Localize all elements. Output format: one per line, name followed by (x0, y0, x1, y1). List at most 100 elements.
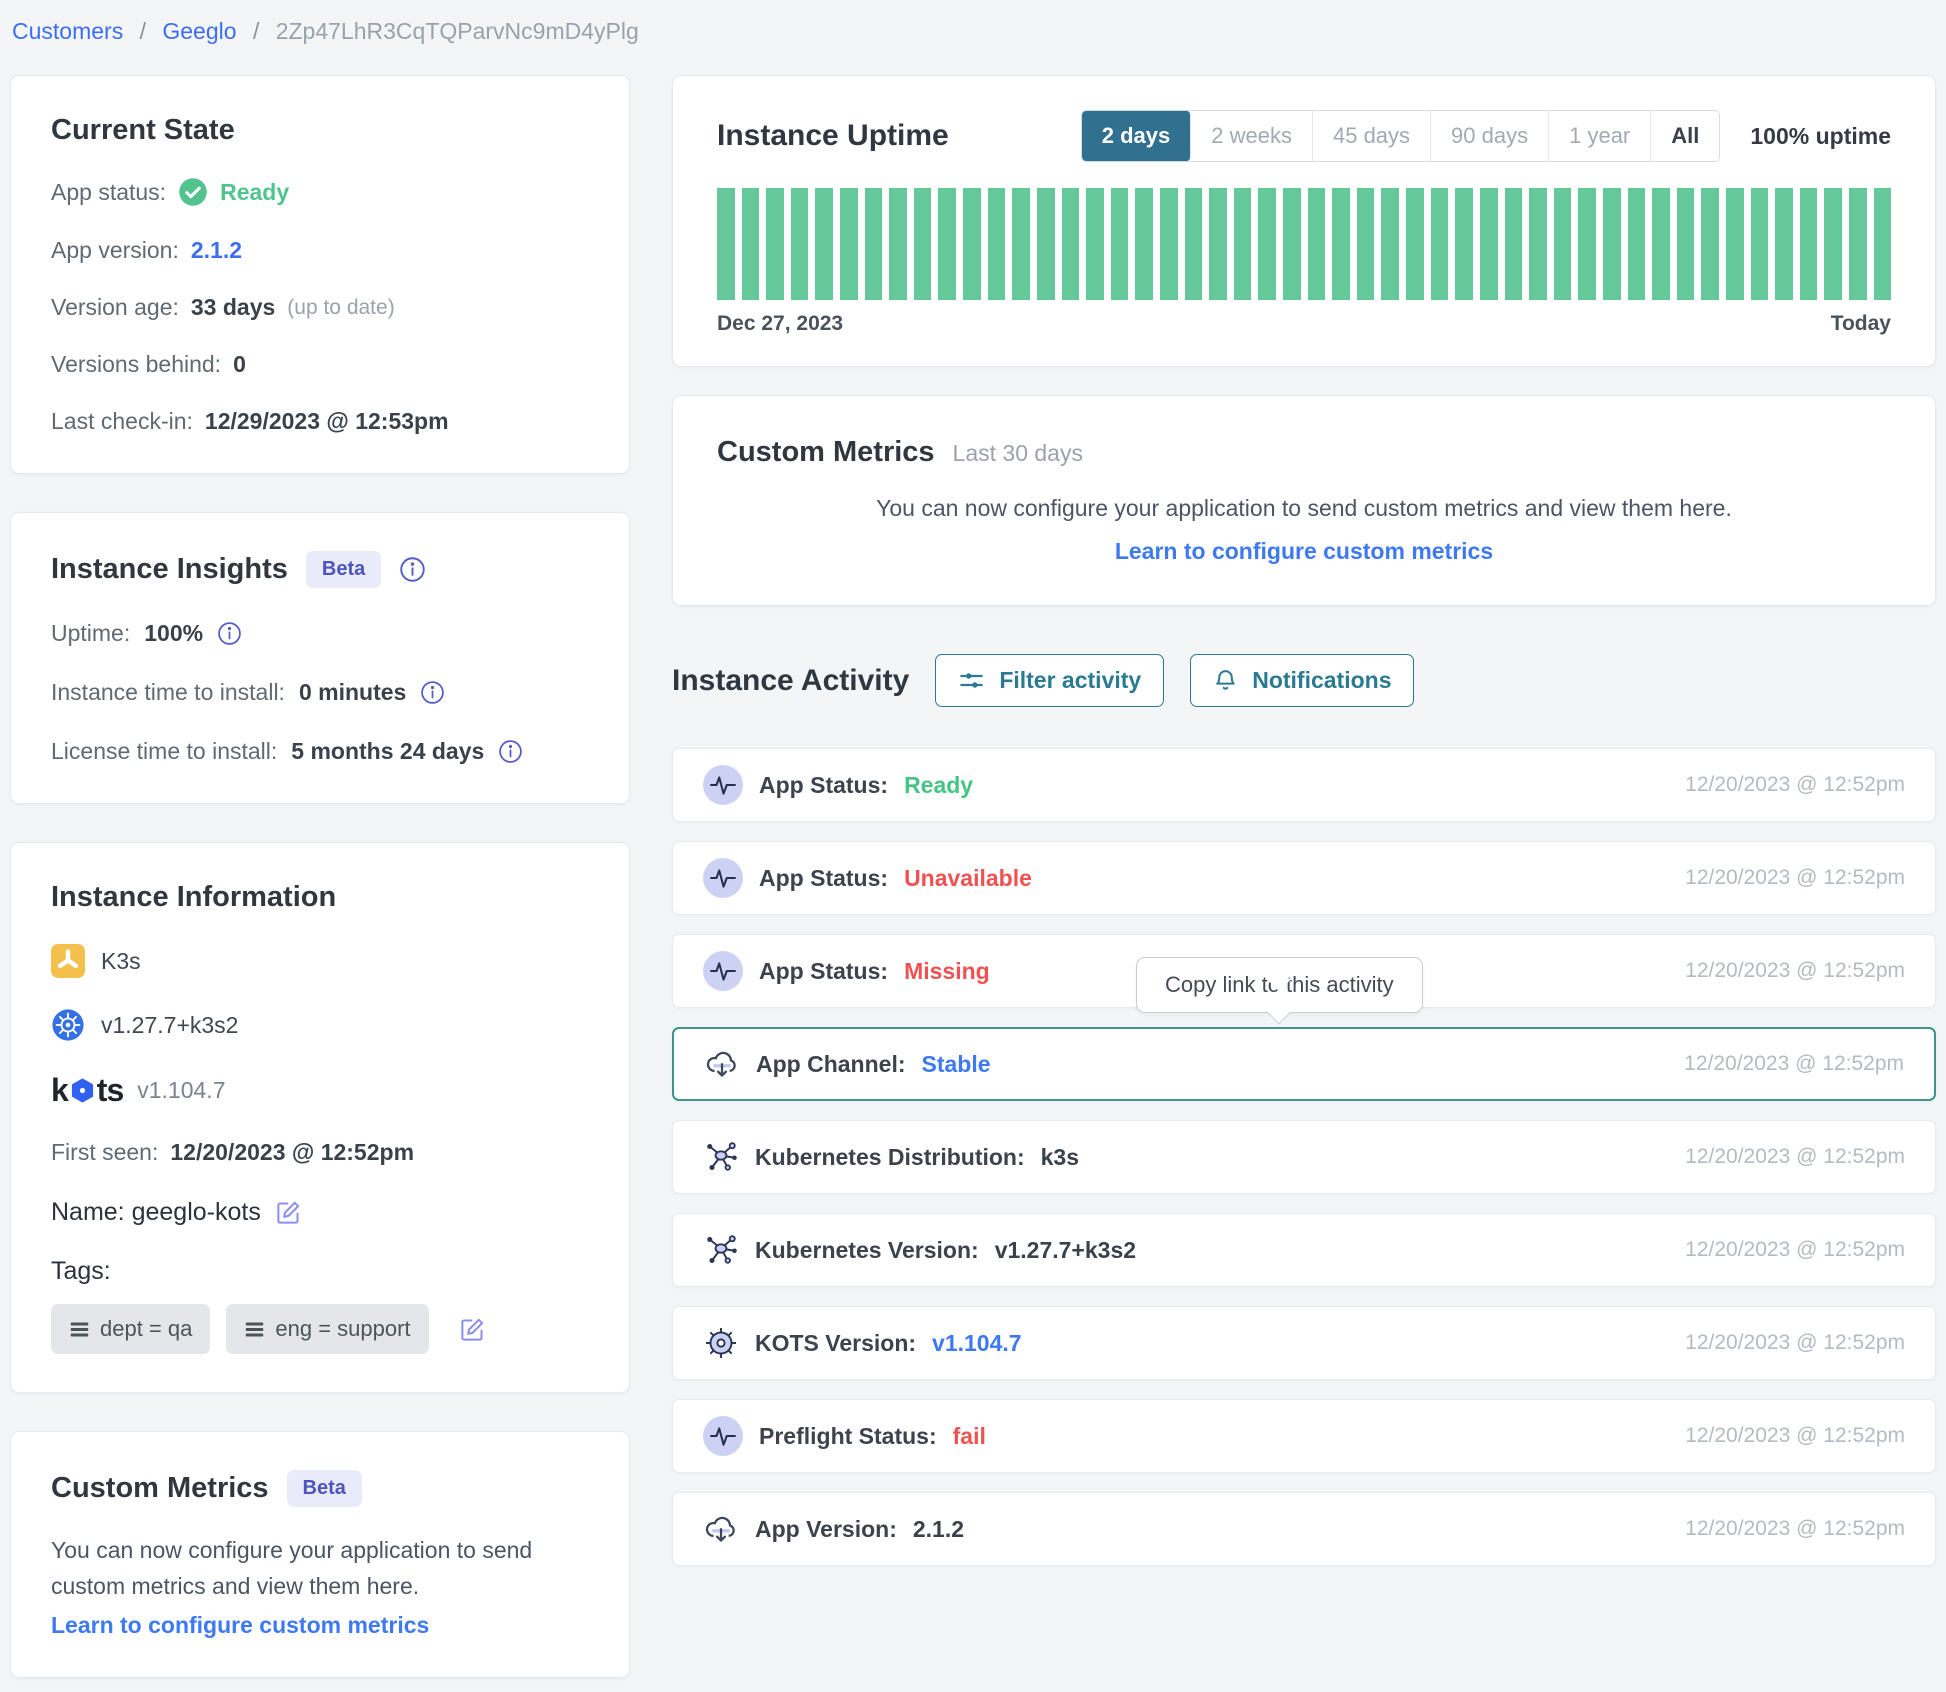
distribution-value: K3s (101, 948, 141, 975)
activity-row-kots-version[interactable]: KOTS Version: v1.104.7 12/20/2023 @ 12:5… (672, 1306, 1936, 1380)
uptime-bar[interactable] (1406, 188, 1424, 300)
uptime-bar[interactable] (1529, 188, 1547, 300)
uptime-bar[interactable] (1086, 188, 1104, 300)
activity-value: v1.27.7+k3s2 (995, 1237, 1136, 1264)
license-time-row: License time to install: 5 months 24 day… (51, 738, 589, 765)
range-tab-1-year[interactable]: 1 year (1549, 111, 1651, 161)
uptime-bar[interactable] (1111, 188, 1129, 300)
versions-behind-value: 0 (233, 351, 246, 378)
uptime-bar[interactable] (1209, 188, 1227, 300)
info-icon[interactable] (498, 739, 523, 764)
uptime-bar[interactable] (1012, 188, 1030, 300)
uptime-bar[interactable] (1726, 188, 1744, 300)
info-icon[interactable] (399, 556, 426, 583)
info-icon[interactable] (420, 680, 445, 705)
uptime-bar[interactable] (1037, 188, 1055, 300)
uptime-bar[interactable] (791, 188, 809, 300)
custom-metrics-link[interactable]: Learn to configure custom metrics (717, 538, 1891, 565)
activity-value-link[interactable]: v1.104.7 (932, 1330, 1022, 1357)
uptime-bar[interactable] (1554, 188, 1572, 300)
uptime-bar[interactable] (988, 188, 1006, 300)
uptime-bar[interactable] (1135, 188, 1153, 300)
activity-row-app-version[interactable]: App Version: 2.1.2 12/20/2023 @ 12:52pm (672, 1492, 1936, 1566)
uptime-bar[interactable] (1258, 188, 1276, 300)
activity-row-k8s-version[interactable]: Kubernetes Version: v1.27.7+k3s2 12/20/2… (672, 1213, 1936, 1287)
uptime-bar[interactable] (840, 188, 858, 300)
copy-link-tooltip[interactable]: Copy link to this activity (1136, 957, 1423, 1013)
uptime-bar[interactable] (1160, 188, 1178, 300)
uptime-bar[interactable] (1185, 188, 1203, 300)
uptime-bar[interactable] (1603, 188, 1621, 300)
notifications-button[interactable]: Notifications (1190, 654, 1414, 707)
activity-timestamp: 12/20/2023 @ 12:52pm (1685, 1517, 1905, 1541)
uptime-bar[interactable] (766, 188, 784, 300)
app-version-link[interactable]: 2.1.2 (191, 237, 242, 264)
range-tab-2-weeks[interactable]: 2 weeks (1191, 111, 1313, 161)
activity-value-link[interactable]: Stable (922, 1051, 991, 1078)
tag-lines-icon (244, 1319, 265, 1340)
range-tab-all[interactable]: All (1651, 111, 1719, 161)
info-icon[interactable] (217, 621, 242, 646)
filter-activity-button[interactable]: Filter activity (935, 654, 1164, 707)
uptime-bar[interactable] (1505, 188, 1523, 300)
k3s-icon (51, 944, 85, 978)
uptime-bar[interactable] (1751, 188, 1769, 300)
tag-label: dept = qa (100, 1316, 192, 1342)
activity-row-k8s-distribution[interactable]: Kubernetes Distribution: k3s 12/20/2023 … (672, 1120, 1936, 1194)
uptime-bar[interactable] (1308, 188, 1326, 300)
activity-label: Preflight Status: (759, 1423, 937, 1450)
uptime-bar[interactable] (1652, 188, 1670, 300)
activity-label: Kubernetes Distribution: (755, 1144, 1025, 1171)
breadcrumb-app-link[interactable]: Geeglo (162, 18, 236, 44)
activity-value: Unavailable (904, 865, 1032, 892)
activity-timestamp: 12/20/2023 @ 12:52pm (1685, 773, 1905, 797)
uptime-bar[interactable] (1775, 188, 1793, 300)
activity-row-app-status-ready[interactable]: App Status: Ready 12/20/2023 @ 12:52pm (672, 748, 1936, 822)
license-time-label: License time to install: (51, 738, 277, 765)
uptime-bar[interactable] (889, 188, 907, 300)
uptime-bar[interactable] (938, 188, 956, 300)
uptime-bar[interactable] (1332, 188, 1350, 300)
uptime-bar[interactable] (1283, 188, 1301, 300)
uptime-bar[interactable] (1480, 188, 1498, 300)
custom-metrics-left-link[interactable]: Learn to configure custom metrics (51, 1612, 589, 1639)
uptime-bar[interactable] (1874, 188, 1892, 300)
range-tab-45-days[interactable]: 45 days (1313, 111, 1431, 161)
breadcrumb-customers-link[interactable]: Customers (12, 18, 123, 44)
activity-row-preflight-status[interactable]: Preflight Status: fail 12/20/2023 @ 12:5… (672, 1399, 1936, 1473)
tag-lines-icon (69, 1319, 90, 1340)
uptime-bar[interactable] (1824, 188, 1842, 300)
uptime-bar[interactable] (815, 188, 833, 300)
version-age-value: 33 days (191, 294, 275, 321)
uptime-bar[interactable] (865, 188, 883, 300)
uptime-bar[interactable] (1578, 188, 1596, 300)
tag-chip[interactable]: dept = qa (51, 1304, 210, 1354)
uptime-bar[interactable] (1800, 188, 1818, 300)
edit-name-icon[interactable] (275, 1199, 302, 1226)
uptime-bar[interactable] (1628, 188, 1646, 300)
instance-time-value: 0 minutes (299, 679, 406, 706)
uptime-bar[interactable] (1701, 188, 1719, 300)
range-tab-90-days[interactable]: 90 days (1431, 111, 1549, 161)
tag-chip[interactable]: eng = support (226, 1304, 428, 1354)
uptime-bar[interactable] (742, 188, 760, 300)
uptime-bar[interactable] (1062, 188, 1080, 300)
uptime-bar[interactable] (1677, 188, 1695, 300)
uptime-bar[interactable] (1849, 188, 1867, 300)
activity-row-app-channel[interactable]: Copy link to this activity App Channel: … (672, 1027, 1936, 1101)
uptime-summary: 100% uptime (1750, 123, 1891, 150)
kubernetes-network-icon (703, 1139, 739, 1175)
uptime-bar[interactable] (1357, 188, 1375, 300)
uptime-bar[interactable] (1381, 188, 1399, 300)
uptime-bar[interactable] (1234, 188, 1252, 300)
uptime-bar[interactable] (1455, 188, 1473, 300)
range-tab-2-days[interactable]: 2 days (1082, 111, 1192, 161)
edit-tags-icon[interactable] (459, 1316, 486, 1343)
activity-row-app-status-unavailable[interactable]: App Status: Unavailable 12/20/2023 @ 12:… (672, 841, 1936, 915)
activity-value: Ready (904, 772, 973, 799)
uptime-bar[interactable] (963, 188, 981, 300)
uptime-bar[interactable] (1431, 188, 1449, 300)
filter-activity-label: Filter activity (999, 667, 1141, 694)
uptime-bar[interactable] (717, 188, 735, 300)
uptime-bar[interactable] (914, 188, 932, 300)
